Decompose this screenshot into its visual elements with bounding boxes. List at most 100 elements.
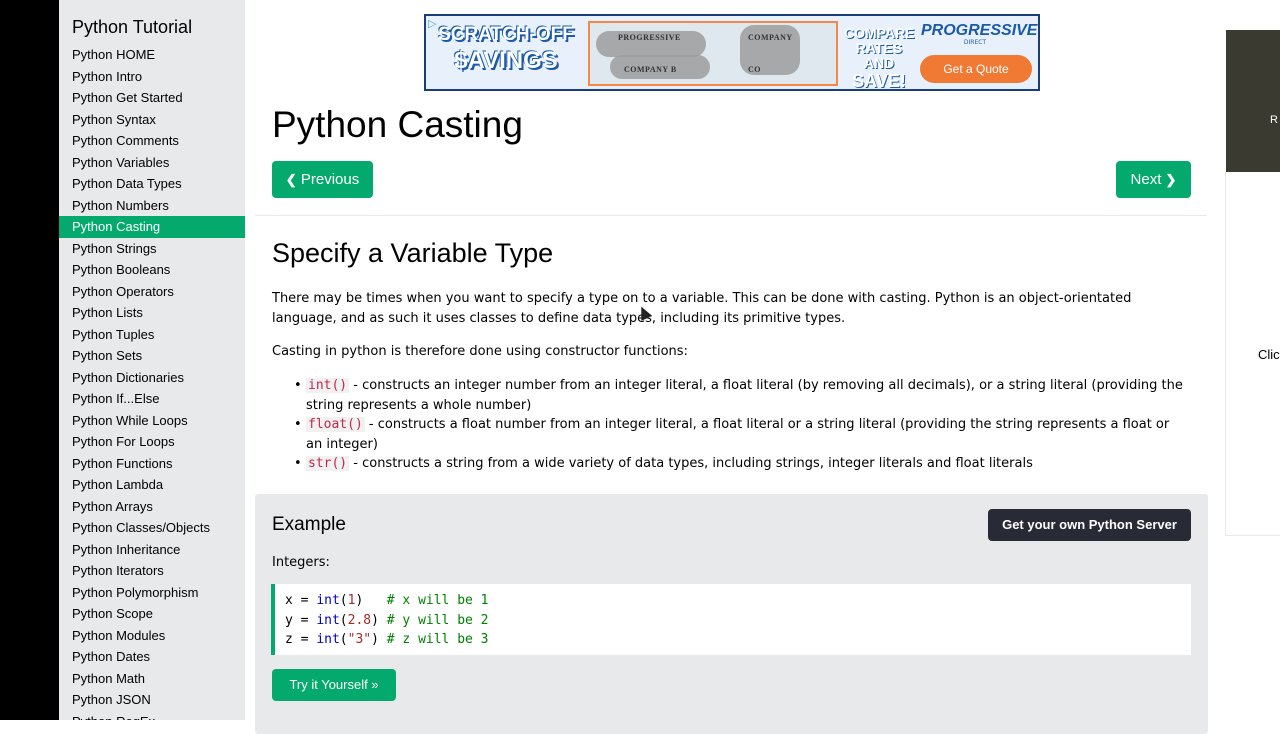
code-token-close: ) — [371, 632, 379, 647]
right-panel-border — [1225, 172, 1226, 536]
sidebar-item-python-for-loops[interactable]: Python For Loops — [59, 431, 245, 453]
try-it-yourself-button[interactable]: Try it Yourself » — [272, 669, 396, 701]
code-token-fn: int — [316, 593, 340, 608]
code-token-open: ( — [339, 612, 348, 628]
code-token-arg: "3" — [347, 632, 372, 647]
sidebar-item-python-dates[interactable]: Python Dates — [59, 646, 245, 668]
ad-rates-line3: SAVE! — [852, 71, 906, 91]
main-content: ▷ SCRATCH-OFF $AVINGS PROGRESSIVE COMPAN… — [245, 0, 1217, 734]
code-token-pad — [379, 613, 387, 628]
ad-rates-line2: RATES AND — [855, 40, 903, 71]
banner-ad[interactable]: ▷ SCRATCH-OFF $AVINGS PROGRESSIVE COMPAN… — [424, 14, 1040, 91]
right-ad-text: R — [1270, 114, 1278, 126]
code-token-fn: int — [316, 612, 340, 628]
ad-company-b: COMPANY B — [624, 65, 677, 74]
ad-company-d: CO — [748, 65, 761, 74]
ad-scratch-line2: $AVINGS — [454, 47, 558, 74]
list-item: int() - constructs an integer number fro… — [272, 376, 1187, 415]
right-panel-border-bottom — [1225, 535, 1280, 536]
ad-rates-line1: COMPARE — [844, 25, 915, 41]
code-token-arg: 2.8 — [347, 612, 372, 628]
sidebar-item-python-inheritance[interactable]: Python Inheritance — [59, 539, 245, 561]
sidebar: Python Tutorial Python HOME Python Intro P… — [59, 0, 245, 720]
sidebar-item-python-casting[interactable]: Python Casting — [59, 216, 245, 238]
sidebar-item-python-while-loops[interactable]: Python While Loops — [59, 410, 245, 432]
sidebar-item-python-get-started[interactable]: Python Get Started — [59, 87, 245, 109]
sidebar-item-python-json[interactable]: Python JSON — [59, 689, 245, 711]
code-line: z = int("3") # z will be 3 — [285, 630, 1191, 650]
sidebar-item-python-modules[interactable]: Python Modules — [59, 625, 245, 647]
sidebar-item-python-strings[interactable]: Python Strings — [59, 238, 245, 260]
code-token-comment: # y will be 2 — [386, 612, 489, 628]
sidebar-item-python-variables[interactable]: Python Variables — [59, 152, 245, 174]
ad-compare-panel: PROGRESSIVE COMPANY B COMPANY CO — [588, 21, 838, 86]
intro-paragraph: There may be times when you want to spec… — [272, 291, 1132, 326]
sidebar-item-python-lambda[interactable]: Python Lambda — [59, 474, 245, 496]
sidebar-list: Python HOME Python Intro Python Get Starte… — [59, 44, 245, 720]
sidebar-item-python-regex[interactable]: Python RegEx — [59, 711, 245, 721]
page-title: Python Casting — [272, 104, 523, 145]
code-token-comment: # z will be 3 — [386, 632, 489, 647]
code-token-var: z = — [285, 632, 317, 647]
constructor-paragraph: Casting in python is therefore done usin… — [272, 344, 688, 359]
sidebar-item-python-data-types[interactable]: Python Data Types — [59, 173, 245, 195]
sidebar-item-python-syntax[interactable]: Python Syntax — [59, 109, 245, 131]
sidebar-item-python-lists[interactable]: Python Lists — [59, 302, 245, 324]
code-token-comment: # x will be 1 — [386, 593, 489, 608]
sidebar-item-python-arrays[interactable]: Python Arrays — [59, 496, 245, 518]
list-item-text: - constructs a string from a wide variet… — [349, 456, 1033, 471]
list-item: float() - constructs a float number from… — [272, 415, 1187, 454]
ad-company-c: COMPANY — [748, 33, 793, 42]
right-click-text[interactable]: Clic — [1258, 347, 1280, 362]
ad-company-a: PROGRESSIVE — [618, 33, 681, 42]
next-button-label: Next — [1130, 171, 1162, 188]
code-token-fn: int — [316, 632, 340, 647]
example-box: Example Get your own Python Server Integ… — [255, 494, 1208, 734]
sidebar-item-python-dictionaries[interactable]: Python Dictionaries — [59, 367, 245, 389]
ad-scratch-line1: SCRATCH-OFF — [438, 24, 574, 45]
sidebar-item-python-iterators[interactable]: Python Iterators — [59, 560, 245, 582]
sidebar-item-python-if-else[interactable]: Python If...Else — [59, 388, 245, 410]
code-token-var: y = — [285, 612, 317, 628]
code-block: x = int(1) # x will be 1y = int(2.8) # y… — [271, 584, 1191, 655]
sidebar-item-python-home[interactable]: Python HOME — [59, 44, 245, 66]
code-line: x = int(1) # x will be 1 — [285, 591, 1191, 611]
chevron-left-icon: ❮ — [285, 172, 297, 187]
previous-button[interactable]: ❮ Previous — [272, 161, 373, 198]
sidebar-item-python-numbers[interactable]: Python Numbers — [59, 195, 245, 217]
code-token-var: x = — [285, 593, 317, 608]
sidebar-item-python-scope[interactable]: Python Scope — [59, 603, 245, 625]
chevron-right-icon: ❯ — [1165, 172, 1177, 187]
ad-brand-logo: PROGRESSIVE — [921, 22, 1038, 39]
ad-rates-text: COMPARE RATES AND SAVE! — [844, 25, 915, 91]
code-token-open: ( — [339, 632, 348, 647]
left-black-strip — [0, 0, 59, 720]
section-title: Specify a Variable Type — [272, 238, 554, 268]
next-button[interactable]: Next ❯ — [1116, 161, 1191, 198]
sidebar-item-python-intro[interactable]: Python Intro — [59, 66, 245, 88]
code-token-pad — [363, 593, 386, 608]
inline-code: int() — [306, 378, 350, 393]
code-token-pad — [379, 632, 387, 647]
sidebar-item-python-comments[interactable]: Python Comments — [59, 130, 245, 152]
divider — [255, 215, 1207, 216]
sidebar-item-python-classes-objects[interactable]: Python Classes/Objects — [59, 517, 245, 539]
inline-code: str() — [306, 456, 350, 471]
sidebar-item-python-tuples[interactable]: Python Tuples — [59, 324, 245, 346]
sidebar-title: Python Tutorial — [72, 17, 193, 37]
sidebar-item-python-polymorphism[interactable]: Python Polymorphism — [59, 582, 245, 604]
sidebar-item-python-booleans[interactable]: Python Booleans — [59, 259, 245, 281]
sidebar-item-python-sets[interactable]: Python Sets — [59, 345, 245, 367]
list-item-text: - constructs an integer number from an i… — [306, 378, 1183, 413]
ad-quote-button[interactable]: Get a Quote — [920, 55, 1032, 83]
example-title: Example — [272, 514, 346, 535]
get-server-button[interactable]: Get your own Python Server — [988, 509, 1191, 541]
sidebar-item-python-operators[interactable]: Python Operators — [59, 281, 245, 303]
code-token-close: ) — [371, 612, 379, 628]
previous-button-label: Previous — [300, 171, 360, 188]
right-side-ad[interactable]: R — [1226, 30, 1280, 172]
sidebar-item-python-math[interactable]: Python Math — [59, 668, 245, 690]
sidebar-item-python-functions[interactable]: Python Functions — [59, 453, 245, 475]
code-line: y = int(2.8) # y will be 2 — [285, 611, 1191, 631]
list-item-text: - constructs a float number from an inte… — [306, 417, 1170, 452]
